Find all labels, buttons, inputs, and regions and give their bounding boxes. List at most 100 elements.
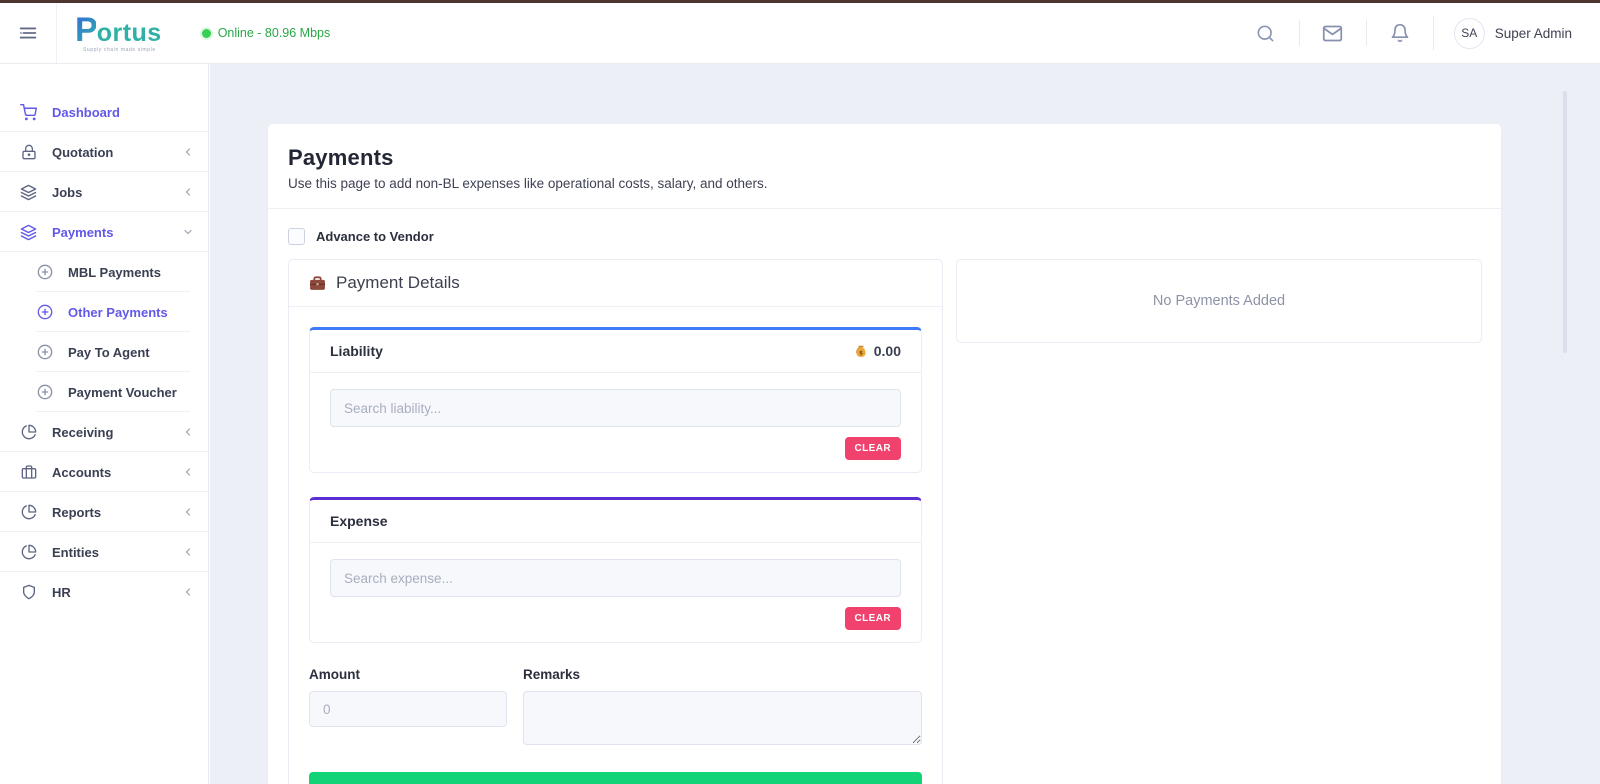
avatar: SA (1454, 18, 1485, 49)
liability-title: Liability (330, 343, 383, 359)
liability-clear-button[interactable]: CLEAR (845, 437, 901, 460)
amount-label: Amount (309, 667, 507, 682)
expense-section: Expense CLEAR (309, 497, 922, 643)
sidebar-item-label: Entities (52, 545, 182, 560)
remarks-textarea[interactable] (523, 691, 922, 745)
sidebar-item-reports[interactable]: Reports (0, 492, 208, 532)
sidebar-item-payment-voucher[interactable]: Payment Voucher (0, 372, 208, 412)
expense-search-input[interactable] (330, 559, 901, 597)
sidebar-item-label: Payment Voucher (68, 385, 194, 400)
plus-circle-icon (36, 304, 53, 321)
hamburger-menu-icon (17, 22, 39, 44)
pie-chart-icon (20, 504, 37, 521)
app-header: Portus Supply chain made simple Online -… (0, 3, 1600, 64)
liability-amount: $ 0.00 (854, 343, 901, 359)
sidebar-item-other-payments[interactable]: Other Payments (0, 292, 208, 332)
sidebar-item-label: Payments (52, 225, 182, 240)
liability-section: Liability $ 0.00 CLEAR (309, 327, 922, 473)
user-menu[interactable]: SA Super Admin (1434, 18, 1600, 49)
sidebar-item-quotation[interactable]: Quotation (0, 132, 208, 172)
sidebar-item-dashboard[interactable]: Dashboard (0, 92, 208, 132)
amount-input[interactable] (309, 691, 507, 727)
svg-text:$: $ (859, 349, 863, 356)
sidebar-toggle-button[interactable] (0, 3, 57, 63)
page-subtitle: Use this page to add non-BL expenses lik… (288, 176, 1481, 191)
top-accent-bar (0, 0, 1600, 3)
empty-state-message: No Payments Added (1153, 293, 1285, 309)
advance-to-vendor-row: Advance to Vendor (268, 209, 1501, 259)
plus-circle-icon (36, 344, 53, 361)
bell-icon (1390, 23, 1410, 43)
mail-icon (1322, 23, 1343, 44)
search-button[interactable] (1233, 3, 1299, 63)
briefcase-icon (20, 464, 37, 481)
search-icon (1256, 24, 1275, 43)
sidebar-item-label: Jobs (52, 185, 182, 200)
chevron-down-icon (182, 226, 194, 238)
logo-tagline: Supply chain made simple (83, 48, 162, 53)
briefcase-emoji-icon (309, 275, 326, 292)
sidebar-item-entities[interactable]: Entities (0, 532, 208, 572)
sidebar-item-receiving[interactable]: Receiving (0, 412, 208, 452)
logo-text: ortus (97, 21, 162, 46)
vertical-scrollbar[interactable] (1563, 91, 1567, 353)
pie-chart-icon (20, 424, 37, 441)
sidebar-item-pay-to-agent[interactable]: Pay To Agent (0, 332, 208, 372)
sidebar-item-label: Reports (52, 505, 182, 520)
notifications-button[interactable] (1367, 3, 1433, 63)
sidebar-item-label: Dashboard (52, 105, 194, 120)
connection-status: Online - 80.96 Mbps (202, 26, 331, 40)
lock-icon (20, 144, 37, 161)
sidebar-item-label: Other Payments (68, 305, 194, 320)
online-status-text: Online - 80.96 Mbps (218, 26, 331, 40)
payments-page-card: Payments Use this page to add non-BL exp… (268, 124, 1501, 784)
remarks-label: Remarks (523, 667, 922, 682)
plus-circle-icon (36, 264, 53, 281)
sidebar: Dashboard Quotation Jobs Payments MBL Pa… (0, 64, 209, 784)
expense-clear-button[interactable]: CLEAR (845, 607, 901, 630)
chevron-left-icon (182, 186, 194, 198)
payment-details-card: Payment Details Liability $ 0.00 (288, 259, 943, 784)
layers-icon (20, 224, 37, 241)
chevron-left-icon (182, 146, 194, 158)
add-to-list-button[interactable]: ADD TO LIST (309, 772, 922, 784)
payment-details-title: Payment Details (336, 273, 460, 293)
chevron-left-icon (182, 506, 194, 518)
page-header: Payments Use this page to add non-BL exp… (268, 124, 1501, 209)
advance-to-vendor-label: Advance to Vendor (316, 229, 434, 244)
moneybag-icon: $ (854, 344, 868, 359)
advance-to-vendor-checkbox[interactable] (288, 228, 305, 245)
sidebar-item-hr[interactable]: HR (0, 572, 208, 612)
user-name: Super Admin (1495, 26, 1572, 41)
sidebar-item-accounts[interactable]: Accounts (0, 452, 208, 492)
sidebar-item-label: Pay To Agent (68, 345, 194, 360)
page-title: Payments (288, 145, 1481, 171)
sidebar-item-mbl-payments[interactable]: MBL Payments (0, 252, 208, 292)
sidebar-item-label: Receiving (52, 425, 182, 440)
sidebar-item-jobs[interactable]: Jobs (0, 172, 208, 212)
layers-icon (20, 184, 37, 201)
sidebar-item-label: Quotation (52, 145, 182, 160)
pie-chart-icon (20, 544, 37, 561)
payments-empty-state-card: No Payments Added (956, 259, 1482, 343)
sidebar-item-label: HR (52, 585, 182, 600)
shield-icon (20, 584, 37, 601)
chevron-left-icon (182, 586, 194, 598)
liability-search-input[interactable] (330, 389, 901, 427)
liability-amount-value: 0.00 (874, 343, 901, 359)
expense-title: Expense (330, 513, 388, 529)
app-logo[interactable]: Portus Supply chain made simple (57, 13, 162, 53)
payment-details-header: Payment Details (289, 260, 942, 307)
main-content: Payments Use this page to add non-BL exp… (210, 64, 1600, 784)
chevron-left-icon (182, 546, 194, 558)
sidebar-item-payments[interactable]: Payments (0, 212, 208, 252)
chevron-left-icon (182, 426, 194, 438)
messages-button[interactable] (1300, 3, 1366, 63)
chevron-left-icon (182, 466, 194, 478)
sidebar-item-label: MBL Payments (68, 265, 194, 280)
sidebar-item-label: Accounts (52, 465, 182, 480)
logo-initial: P (75, 13, 96, 47)
online-status-dot-icon (202, 29, 211, 38)
plus-circle-icon (36, 384, 53, 401)
cart-icon (20, 104, 37, 121)
